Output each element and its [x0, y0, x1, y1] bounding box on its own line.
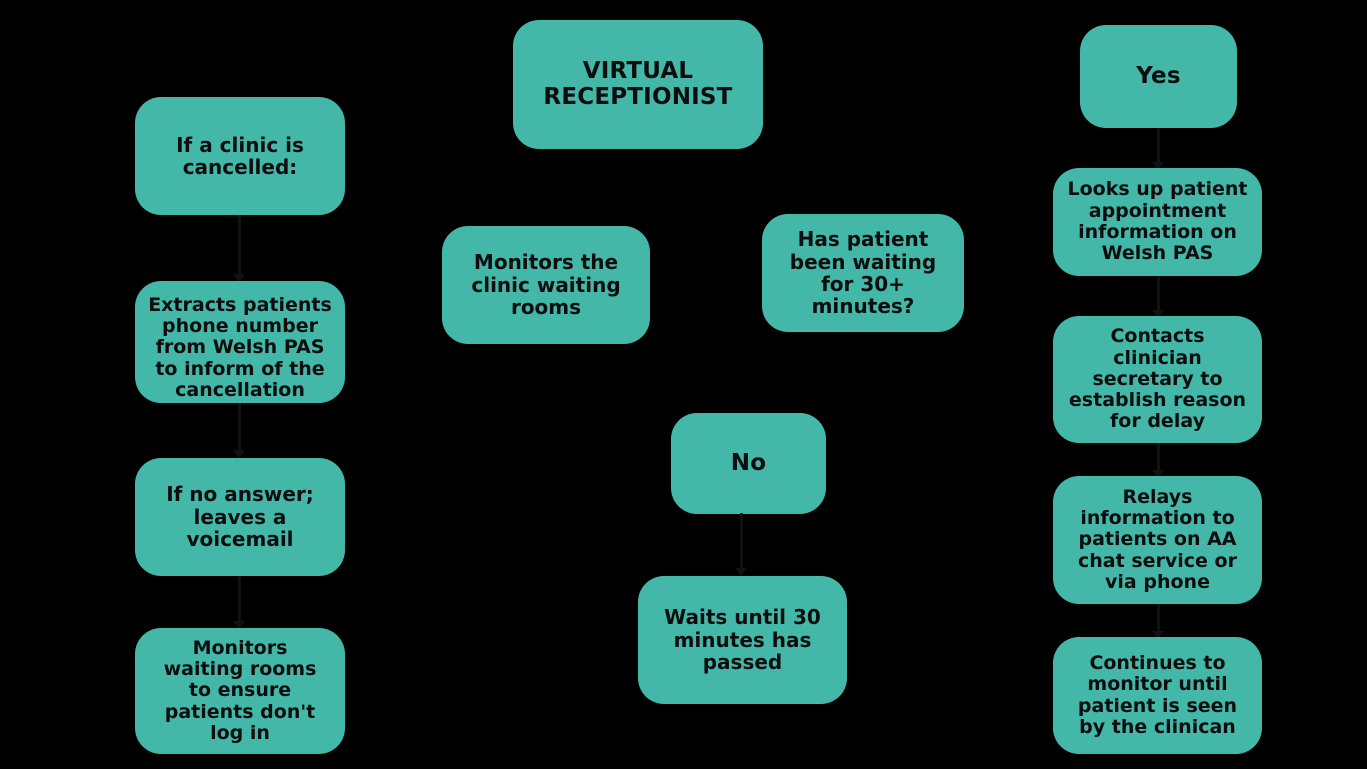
node-label: If no answer; leaves a voicemail [166, 482, 314, 552]
node-label: Extracts patients phone number from Wels… [148, 293, 332, 401]
node-contacts-clinician-secretary[interactable]: Contacts clinician secretary to establis… [1053, 316, 1262, 443]
node-label: Contacts clinician secretary to establis… [1068, 325, 1247, 433]
node-label: Looks up patient appointment information… [1067, 178, 1248, 265]
connector-middle-1 [740, 513, 743, 571]
node-has-patient-been-waiting[interactable]: Has patient been waiting for 30+ minutes… [762, 214, 964, 332]
node-extracts-phone-number[interactable]: Extracts patients phone number from Wels… [135, 281, 345, 403]
node-label: Monitors waiting rooms to ensure patient… [163, 636, 317, 744]
node-label: VIRTUAL RECEPTIONIST [543, 57, 733, 110]
flowchart-canvas: VIRTUAL RECEPTIONIST If a clinic is canc… [0, 0, 1367, 769]
node-virtual-receptionist[interactable]: VIRTUAL RECEPTIONIST [513, 20, 763, 149]
node-label: Monitors the clinic waiting rooms [471, 250, 621, 320]
connector-right-2 [1157, 276, 1160, 314]
node-waits-until-30-minutes[interactable]: Waits until 30 minutes has passed [638, 576, 847, 704]
connector-left-2 [238, 403, 241, 455]
node-monitors-clinic-waiting-rooms[interactable]: Monitors the clinic waiting rooms [442, 226, 650, 344]
connector-arrowhead-left-2 [233, 450, 245, 458]
node-yes[interactable]: Yes [1080, 25, 1237, 128]
connector-arrowhead-middle-1 [735, 568, 747, 576]
connector-left-1 [238, 215, 241, 279]
node-label: Continues to monitor until patient is se… [1077, 651, 1238, 738]
node-if-no-answer[interactable]: If no answer; leaves a voicemail [135, 458, 345, 576]
node-monitors-waiting-rooms[interactable]: Monitors waiting rooms to ensure patient… [135, 628, 345, 754]
node-label: If a clinic is cancelled: [176, 132, 304, 179]
connector-left-3 [238, 576, 241, 626]
node-looks-up-patient-appointment[interactable]: Looks up patient appointment information… [1053, 168, 1262, 276]
node-label: Waits until 30 minutes has passed [664, 605, 821, 675]
node-no[interactable]: No [671, 413, 826, 514]
node-label: No [730, 449, 767, 476]
node-if-clinic-cancelled[interactable]: If a clinic is cancelled: [135, 97, 345, 215]
node-relays-information[interactable]: Relays information to patients on AA cha… [1053, 476, 1262, 604]
node-label: Has patient been waiting for 30+ minutes… [789, 227, 937, 319]
node-continues-to-monitor[interactable]: Continues to monitor until patient is se… [1053, 637, 1262, 754]
node-label: Relays information to patients on AA cha… [1078, 485, 1237, 593]
node-label: Yes [1136, 62, 1181, 89]
